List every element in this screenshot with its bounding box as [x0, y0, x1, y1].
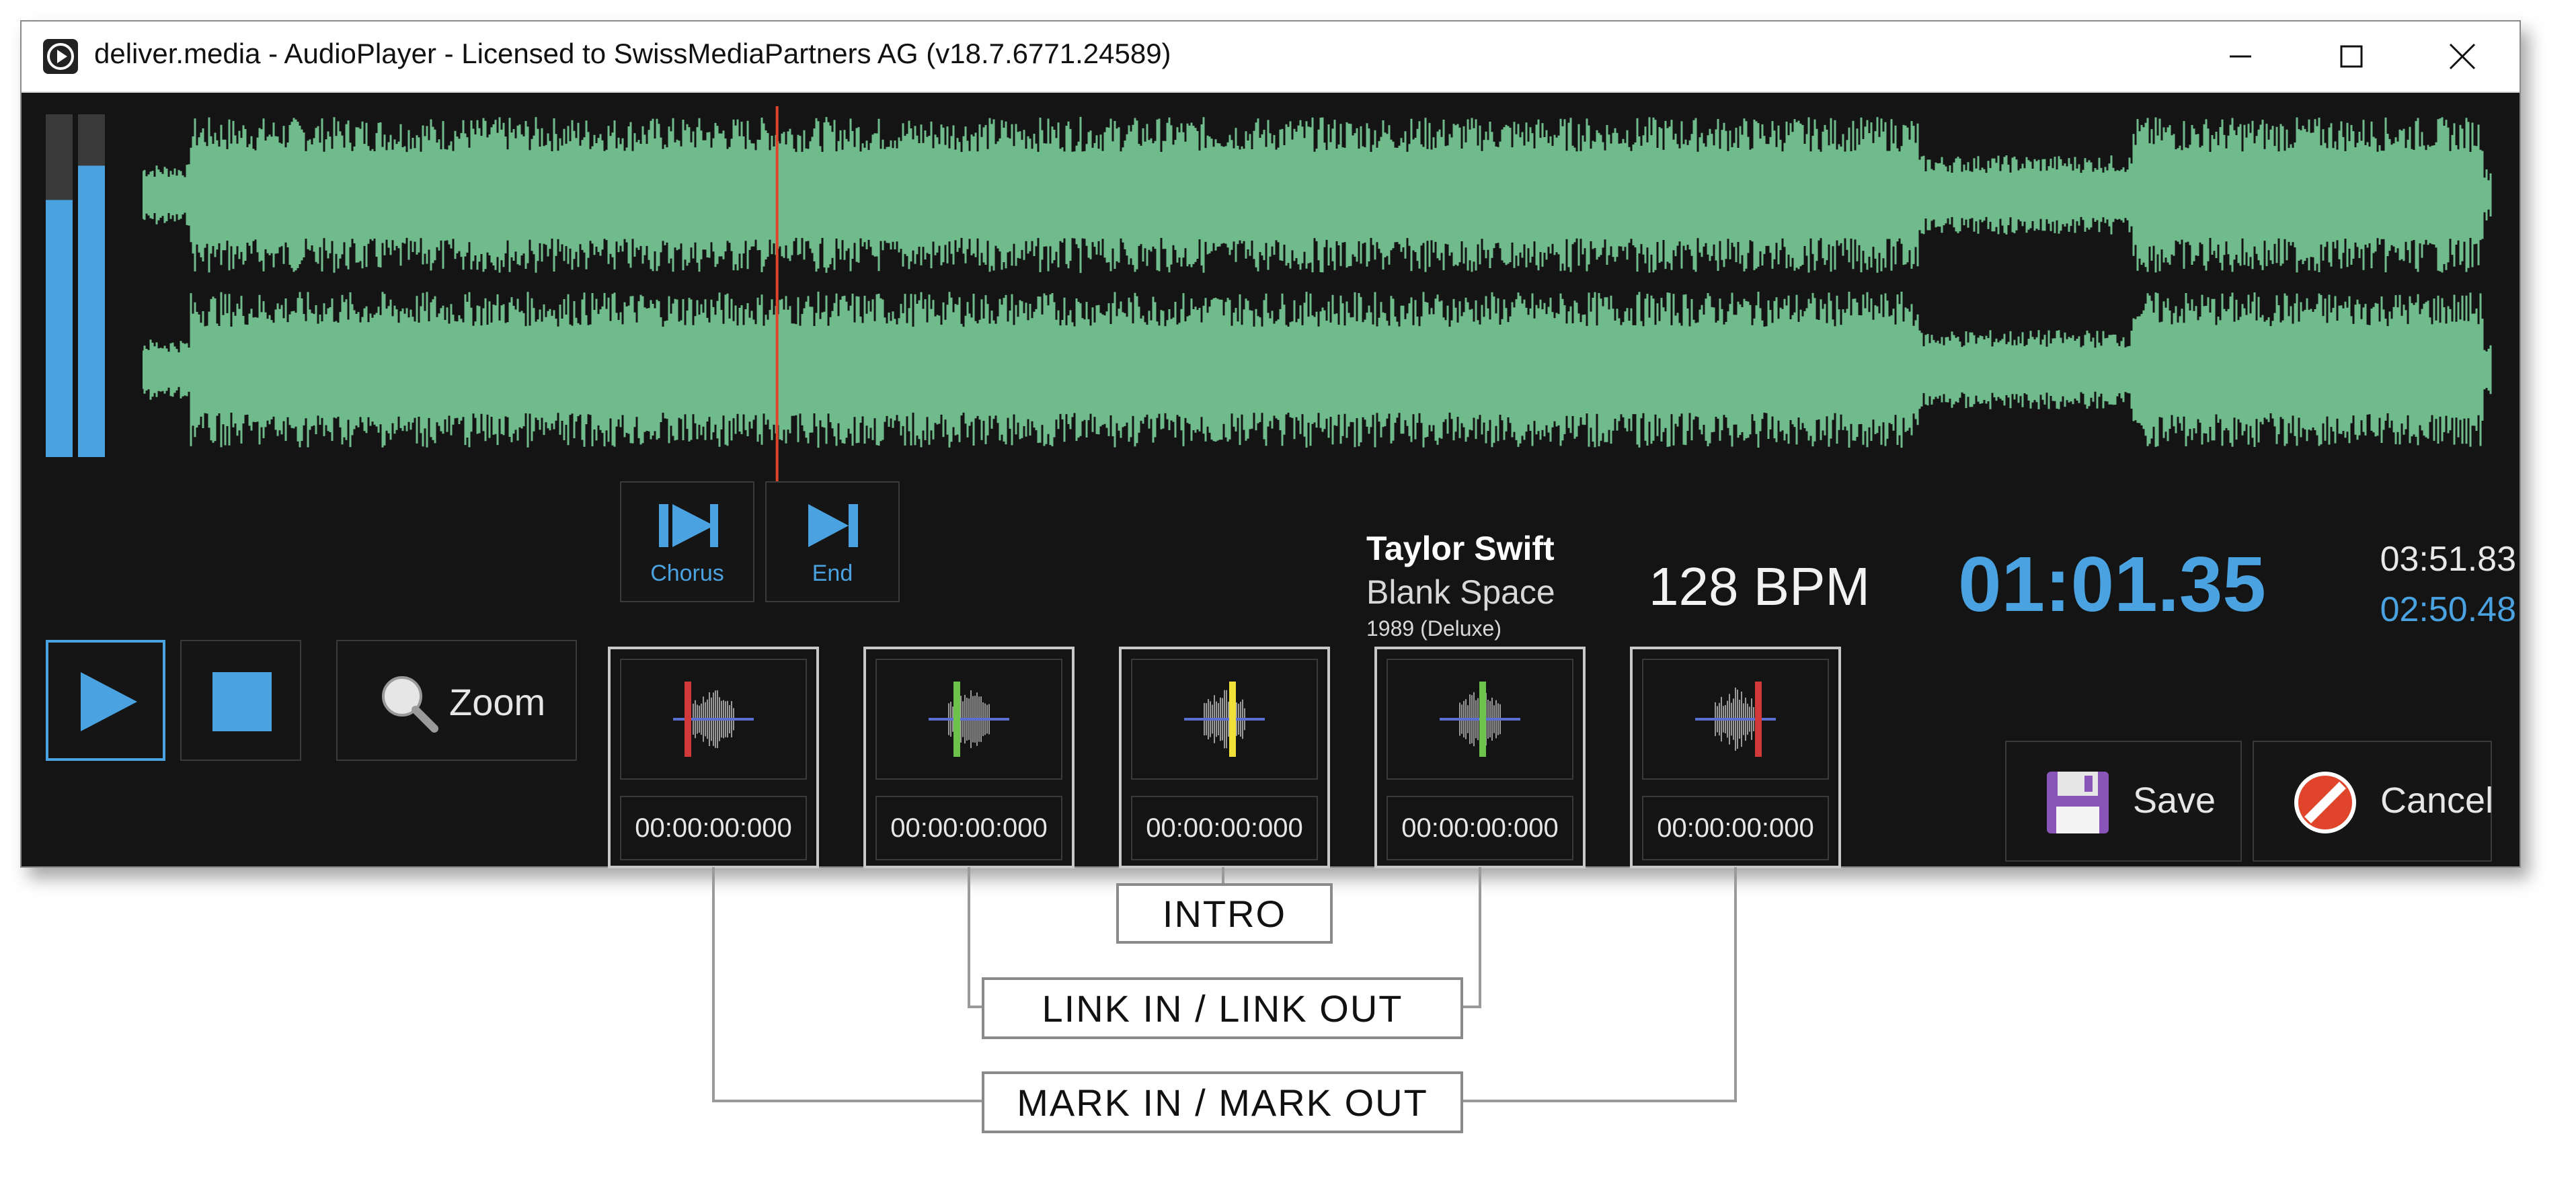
link-annotation: LINK IN / LINK OUT — [982, 977, 1463, 1039]
intro-annotation: INTRO — [1116, 883, 1333, 944]
mark-annotation: MARK IN / MARK OUT — [982, 1071, 1463, 1133]
